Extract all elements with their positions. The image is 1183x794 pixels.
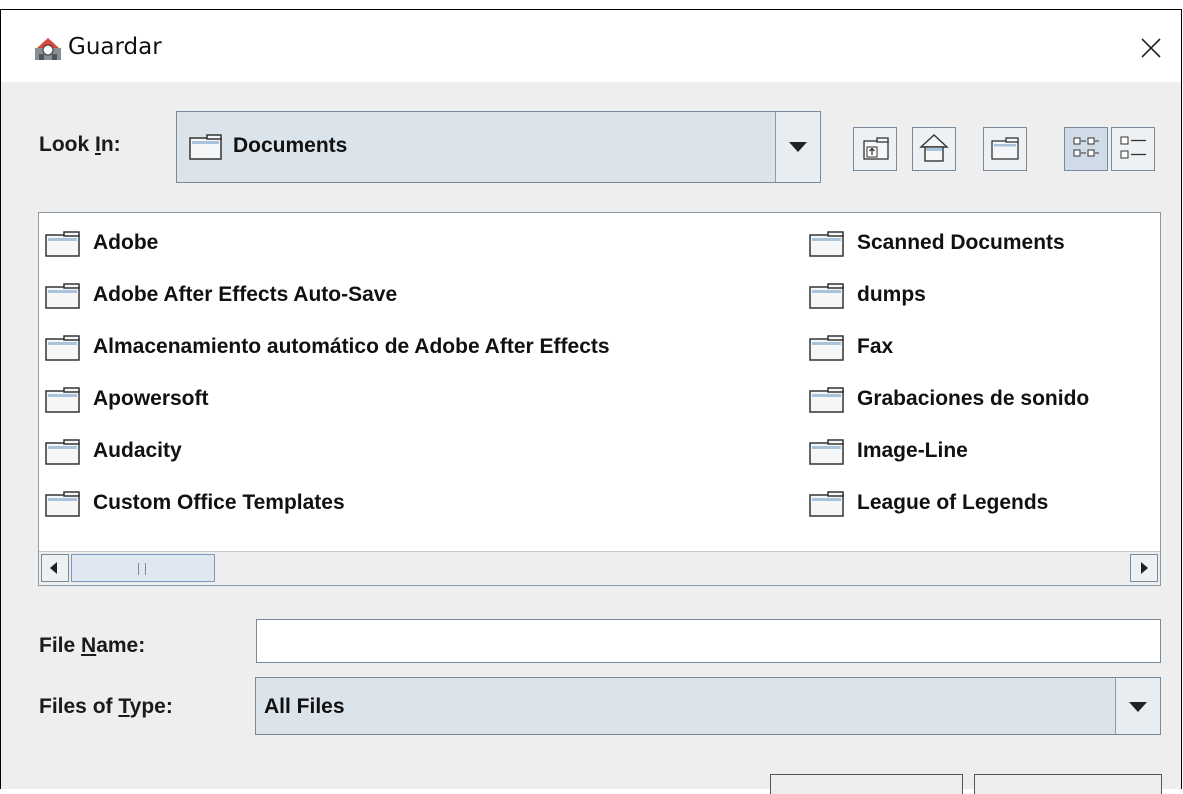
- folder-icon: [189, 134, 222, 160]
- look-in-combo[interactable]: Documents: [176, 111, 821, 183]
- folder-icon: [809, 283, 844, 309]
- up-one-level-icon: [863, 137, 889, 160]
- file-name-text: Adobe: [93, 231, 159, 254]
- file-name-text: Custom Office Templates: [93, 491, 345, 514]
- folder-icon: [45, 335, 80, 361]
- folder-icon: [45, 491, 80, 517]
- file-name-input[interactable]: [256, 619, 1161, 663]
- folder-icon: [45, 283, 80, 309]
- file-name-text: League of Legends: [857, 491, 1049, 514]
- file-type-dropdown-button[interactable]: [1115, 678, 1160, 734]
- file-list-item[interactable]: Almacenamiento automático de Adobe After…: [41, 331, 811, 383]
- folder-icon: [45, 231, 80, 257]
- file-type-value: All Files: [264, 695, 345, 718]
- file-name-text: Audacity: [93, 439, 182, 462]
- cancel-button[interactable]: [974, 774, 1162, 794]
- save-dialog: Guardar Look In: Documents Adobe Adobe A…: [0, 9, 1182, 794]
- file-name-text: Image-Line: [857, 439, 968, 462]
- new-folder-icon: [991, 137, 1019, 160]
- home-button[interactable]: [912, 127, 956, 171]
- file-list-item[interactable]: Scanned Documents: [805, 227, 1160, 279]
- look-in-value: Documents: [233, 134, 348, 157]
- folder-icon: [809, 335, 844, 361]
- list-view-icon: [1073, 137, 1099, 157]
- up-one-level-button[interactable]: [853, 127, 897, 171]
- file-name-text: Fax: [857, 335, 894, 358]
- file-column-right: Scanned Documents dumps Fax Grabaciones de …: [805, 227, 1160, 539]
- file-type-label: Files of Type:: [39, 695, 173, 718]
- look-in-label: Look In:: [39, 133, 121, 156]
- file-list-item[interactable]: Image-Line: [805, 435, 1160, 487]
- folder-icon: [809, 231, 844, 257]
- file-name-text: Almacenamiento automático de Adobe After…: [93, 335, 610, 358]
- look-in-dropdown-button[interactable]: [775, 112, 820, 182]
- scroll-thumb[interactable]: [71, 554, 215, 582]
- java-app-icon: [35, 38, 61, 60]
- file-column-left: Adobe Adobe After Effects Auto-Save Almace…: [41, 227, 811, 539]
- file-name-text: Grabaciones de sonido: [857, 387, 1090, 410]
- list-view-button[interactable]: [1064, 127, 1108, 171]
- new-folder-button[interactable]: [983, 127, 1027, 171]
- folder-icon: [809, 439, 844, 465]
- details-view-icon: [1120, 136, 1146, 159]
- folder-icon: [45, 439, 80, 465]
- file-list-item[interactable]: Adobe After Effects Auto-Save: [41, 279, 811, 331]
- file-list-item[interactable]: Adobe: [41, 227, 811, 279]
- file-list[interactable]: Adobe Adobe After Effects Auto-Save Almace…: [38, 212, 1161, 586]
- file-name-text: Adobe After Effects Auto-Save: [93, 283, 398, 306]
- folder-icon: [809, 491, 844, 517]
- file-list-item[interactable]: Apowersoft: [41, 383, 811, 435]
- file-list-item[interactable]: Grabaciones de sonido: [805, 383, 1160, 435]
- file-name-label: File Name:: [39, 634, 146, 657]
- window-title: Guardar: [68, 34, 162, 60]
- title-bar: Guardar: [1, 10, 1181, 82]
- file-type-combo[interactable]: All Files: [255, 677, 1161, 735]
- details-view-button[interactable]: [1111, 127, 1155, 171]
- file-name-text: Scanned Documents: [857, 231, 1065, 254]
- folder-icon: [45, 387, 80, 413]
- file-name-text: dumps: [857, 283, 926, 306]
- scroll-left-button[interactable]: [41, 554, 69, 582]
- scroll-right-button[interactable]: [1130, 554, 1158, 582]
- file-name-text: Apowersoft: [93, 387, 209, 410]
- file-list-item[interactable]: Audacity: [41, 435, 811, 487]
- folder-icon: [809, 387, 844, 413]
- file-list-item[interactable]: Fax: [805, 331, 1160, 383]
- horizontal-scrollbar[interactable]: [39, 551, 1160, 585]
- file-list-item[interactable]: dumps: [805, 279, 1160, 331]
- home-icon: [919, 134, 949, 162]
- file-list-item[interactable]: League of Legends: [805, 487, 1160, 539]
- close-icon[interactable]: [1131, 28, 1171, 68]
- save-button[interactable]: [770, 774, 963, 794]
- file-list-item[interactable]: Custom Office Templates: [41, 487, 811, 539]
